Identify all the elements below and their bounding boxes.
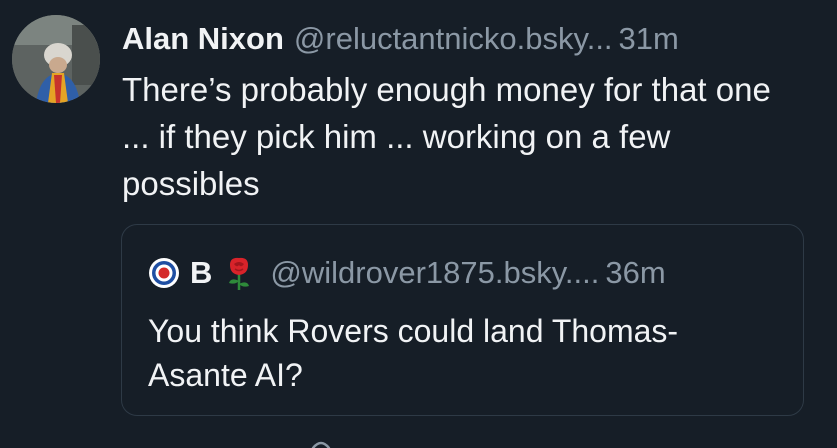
post-header: Alan Nixon @reluctantnicko.bsky... 31m	[122, 18, 807, 60]
rose-icon	[229, 257, 250, 290]
author-avatar[interactable]	[12, 15, 100, 103]
post[interactable]: Alan Nixon @reluctantnicko.bsky... 31m T…	[0, 0, 837, 448]
author-handle[interactable]: @reluctantnicko.bsky...	[294, 18, 613, 60]
reply-icon[interactable]	[308, 436, 334, 448]
author-handle-ellipsis: ...	[586, 21, 613, 56]
quote-timestamp: 36m	[605, 255, 666, 290]
quote-author-handle-ellipsis: ...	[573, 255, 600, 290]
post-content: Alan Nixon @reluctantnicko.bsky... 31m T…	[122, 18, 807, 207]
quote-text: You think Rovers could land Thomas-Asant…	[148, 313, 679, 393]
roundel-icon	[149, 258, 179, 288]
post-timestamp[interactable]: 31m	[619, 18, 679, 60]
quote-card[interactable]: B @wildrover1875.bsky.... 36m You think …	[121, 224, 804, 416]
post-text: There’s probably enough money for that o…	[122, 71, 771, 202]
quote-author-handle-text: @wildrover1875.bsky.	[270, 255, 574, 290]
quote-author-handle: @wildrover1875.bsky....	[270, 253, 599, 293]
quote-author-display-name: B	[190, 255, 213, 290]
quote-header: B @wildrover1875.bsky.... 36m	[148, 253, 666, 293]
author-display-name[interactable]: Alan Nixon	[122, 18, 284, 60]
avatar-photo	[12, 15, 100, 103]
author-handle-text: @reluctantnicko.bsky	[293, 21, 587, 56]
